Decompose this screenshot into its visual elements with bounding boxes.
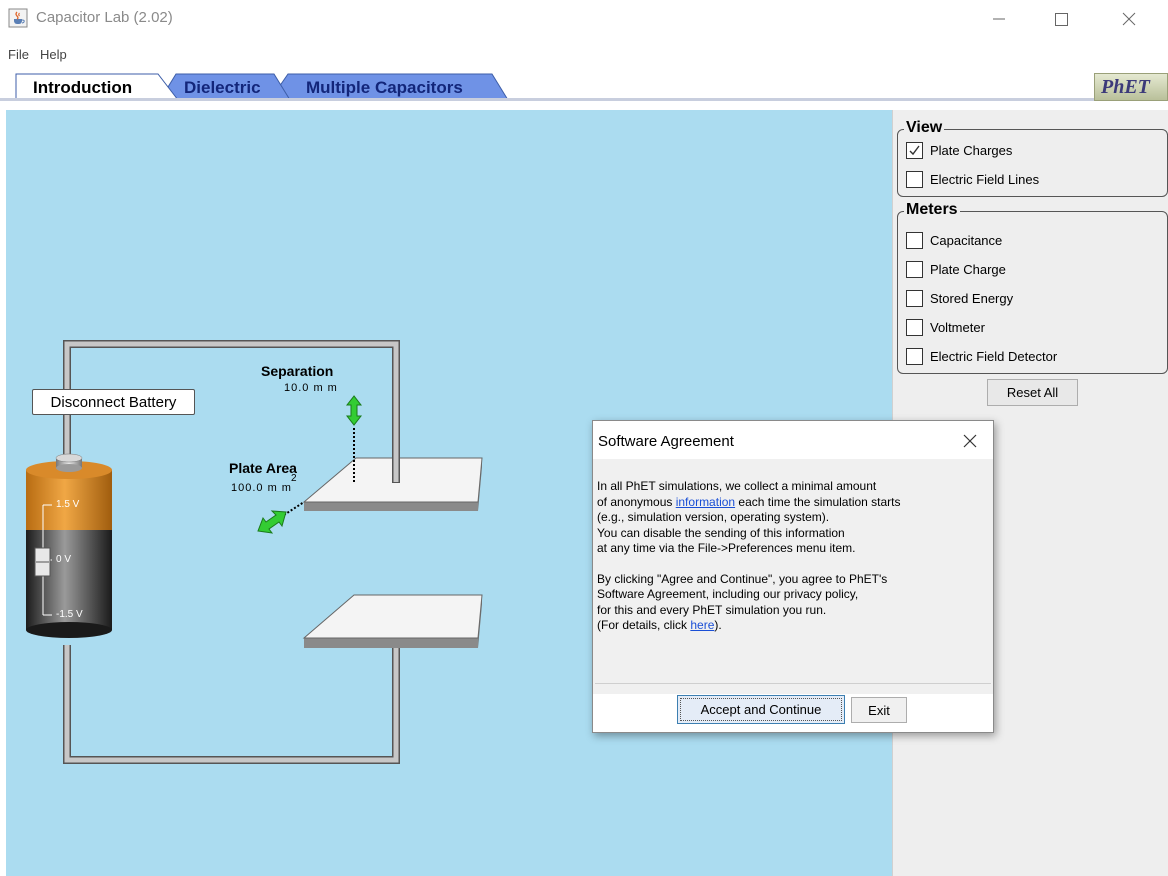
close-icon (963, 434, 977, 448)
dialog-text-line: By clicking "Agree and Continue", you ag… (597, 571, 888, 586)
dialog-text-line: at any time via the File->Preferences me… (597, 541, 856, 555)
dialog-paragraph-1: In all PhET simulations, we collect a mi… (597, 479, 987, 557)
dialog-text-line: of anonymous (597, 494, 676, 509)
dialog-text-line: You can disable the sending of this info… (597, 525, 845, 540)
disconnect-battery-button[interactable]: Disconnect Battery (32, 389, 195, 415)
stored-energy-label: Stored Energy (930, 291, 1014, 306)
here-link[interactable]: here (690, 618, 714, 632)
plate-area-exponent: 2 (291, 473, 298, 484)
java-app-icon (8, 8, 28, 28)
dialog-body: In all PhET simulations, we collect a mi… (593, 459, 993, 694)
battery-mid-voltage-label: 0 V (56, 554, 72, 565)
plate-area-guide (283, 501, 305, 516)
separation-value: 10.0 m m (284, 382, 338, 394)
title-bar: Capacitor Lab (2.02) (0, 0, 1168, 40)
plate-charge-checkbox-box[interactable] (906, 261, 923, 278)
meters-group: Meters Capacitance Plate Charge Stored E… (897, 201, 1168, 374)
battery-voltage-slider[interactable] (34, 547, 51, 577)
plate-area-value: 100.0 m m (231, 482, 292, 494)
capacitance-label: Capacitance (930, 233, 1003, 248)
dialog-title: Software Agreement (598, 433, 734, 450)
tab-introduction[interactable]: Introduction (33, 78, 132, 98)
dialog-paragraph-2: By clicking "Agree and Continue", you ag… (597, 572, 987, 634)
window-title: Capacitor Lab (2.02) (36, 9, 173, 26)
minimize-button[interactable] (976, 4, 1022, 34)
dialog-text-line: ). (714, 618, 722, 632)
tab-multiple-capacitors[interactable]: Multiple Capacitors (306, 78, 463, 98)
meters-group-title: Meters (904, 201, 960, 219)
menu-help[interactable]: Help (40, 47, 67, 62)
phet-logo-text: PhET (1101, 76, 1150, 98)
close-icon (1122, 12, 1136, 26)
dialog-close-button[interactable] (957, 429, 983, 453)
bottom-plate[interactable] (302, 594, 483, 648)
software-agreement-dialog: Software Agreement In all PhET simulatio… (592, 420, 994, 733)
reset-all-button[interactable]: Reset All (987, 379, 1078, 406)
electric-field-lines-label: Electric Field Lines (930, 172, 1040, 187)
dialog-text-line: for this and every PhET simulation you r… (597, 602, 827, 617)
electric-field-detector-checkbox-box[interactable] (906, 348, 923, 365)
plate-area-drag-arrow[interactable] (257, 510, 287, 534)
voltmeter-checkbox-box[interactable] (906, 319, 923, 336)
exit-button[interactable]: Exit (851, 697, 907, 723)
separation-drag-arrow[interactable] (345, 395, 363, 426)
separation-label: Separation (261, 363, 334, 379)
plate-area-label: Plate Area (229, 460, 297, 476)
battery-top-voltage-label: 1.5 V (56, 499, 80, 510)
tab-shapes (15, 73, 509, 101)
phet-logo: PhET (1094, 73, 1168, 101)
dialog-text-line: (e.g., simulation version, operating sys… (597, 510, 830, 524)
plate-charges-label: Plate Charges (930, 143, 1013, 158)
dialog-divider (595, 683, 991, 684)
plate-charge-label: Plate Charge (930, 262, 1006, 277)
tab-dielectric[interactable]: Dielectric (184, 78, 261, 98)
accept-and-continue-button[interactable]: Accept and Continue (677, 695, 845, 724)
maximize-icon (1055, 13, 1068, 26)
information-link[interactable]: information (676, 495, 735, 509)
checkmark-icon (909, 145, 920, 156)
close-button[interactable] (1106, 4, 1152, 34)
dialog-text-line: Software Agreement, including our privac… (597, 587, 859, 601)
minimize-icon (993, 18, 1005, 20)
battery-bottom-voltage-label: -1.5 V (56, 609, 83, 620)
view-group-title: View (904, 119, 945, 137)
dialog-message: In all PhET simulations, we collect a mi… (597, 479, 987, 649)
plate-charges-checkbox-box[interactable] (906, 142, 923, 159)
view-group: View Plate Charges Electric Field Lines (897, 119, 1168, 197)
dialog-text-line: (For details, click (597, 618, 691, 632)
voltmeter-label: Voltmeter (930, 320, 985, 335)
capacitance-checkbox-box[interactable] (906, 232, 923, 249)
stored-energy-checkbox-box[interactable] (906, 290, 923, 307)
dialog-text-line: In all PhET simulations, we collect a mi… (597, 479, 877, 493)
tab-strip: Introduction Dielectric Multiple Capacit… (0, 68, 1168, 108)
tab-baseline (0, 98, 1168, 101)
maximize-button[interactable] (1038, 4, 1084, 34)
menu-file[interactable]: File (8, 47, 29, 62)
electric-field-detector-label: Electric Field Detector (930, 349, 1058, 364)
menu-bar: File Help (0, 44, 1168, 66)
electric-field-lines-checkbox-box[interactable] (906, 171, 923, 188)
dialog-text-line: each time the simulation starts (735, 494, 901, 509)
